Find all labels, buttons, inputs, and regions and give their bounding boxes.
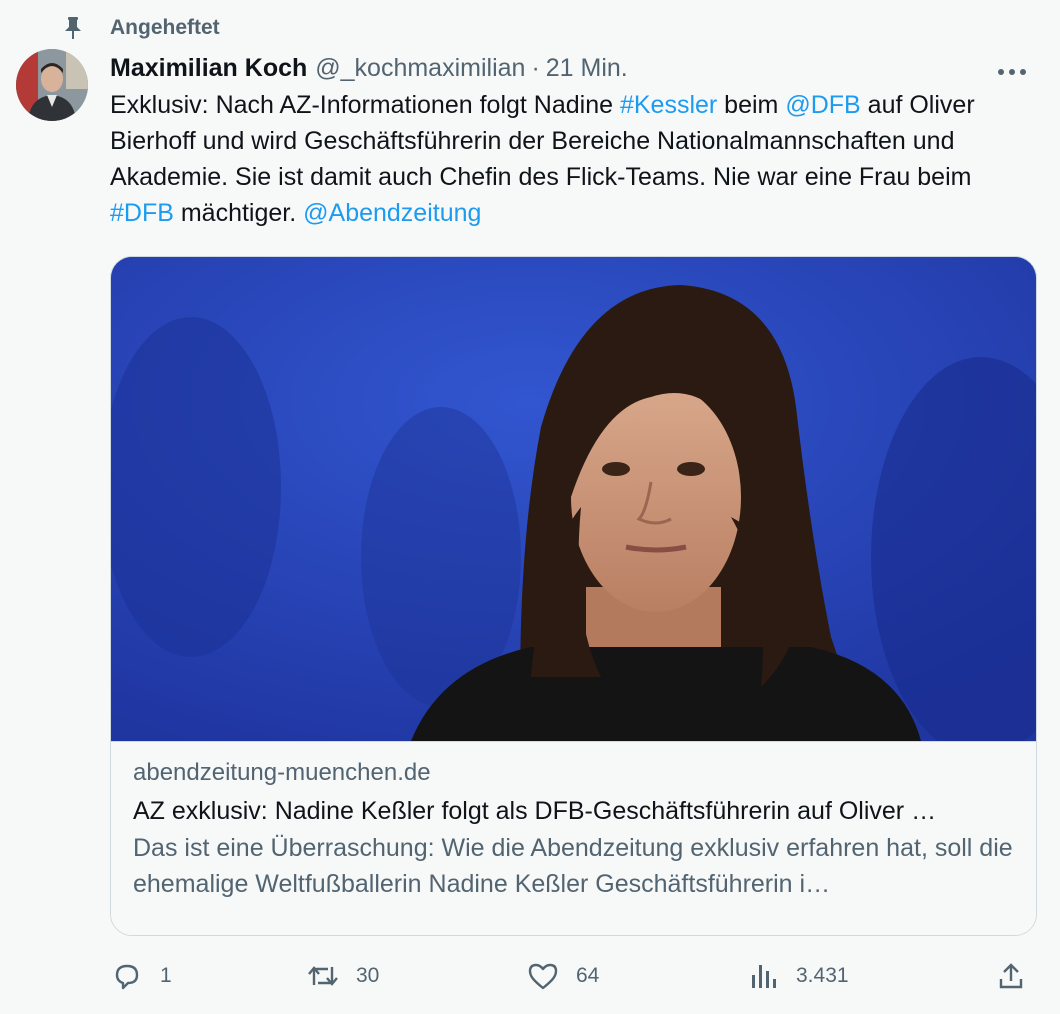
tweet-actions: 1 30 64 3.431 bbox=[110, 954, 1040, 998]
card-meta: abendzeitung-muenchen.de AZ exklusiv: Na… bbox=[111, 741, 1036, 935]
views-count: 3.431 bbox=[796, 964, 849, 987]
pinned-label: Angeheftet bbox=[110, 16, 220, 39]
author-handle[interactable]: @_kochmaximilian bbox=[315, 54, 525, 83]
share-icon bbox=[994, 959, 1028, 993]
timestamp[interactable]: 21 Min. bbox=[546, 54, 628, 83]
tweet-text-part: beim bbox=[717, 91, 786, 119]
reply-button[interactable]: 1 bbox=[110, 954, 172, 998]
separator-dot: · bbox=[531, 53, 540, 82]
reply-icon bbox=[110, 959, 144, 993]
more-dots-icon bbox=[997, 54, 1027, 83]
retweet-icon bbox=[306, 959, 340, 993]
views-chart-icon bbox=[746, 959, 780, 993]
author-name[interactable]: Maximilian Koch bbox=[110, 54, 307, 83]
retweet-count: 30 bbox=[356, 964, 380, 987]
retweet-button[interactable]: 30 bbox=[306, 954, 379, 998]
tweet-text: Exklusiv: Nach AZ-Informationen folgt Na… bbox=[110, 87, 1035, 231]
like-button[interactable]: 64 bbox=[526, 954, 599, 998]
like-count: 64 bbox=[576, 964, 600, 987]
heart-icon bbox=[526, 959, 560, 993]
pinned-indicator: Angeheftet bbox=[60, 14, 220, 42]
pin-icon bbox=[60, 15, 86, 41]
hashtag-dfb-link[interactable]: #DFB bbox=[110, 199, 174, 227]
link-preview-card[interactable]: abendzeitung-muenchen.de AZ exklusiv: Na… bbox=[110, 256, 1037, 936]
card-description: Das ist eine Überraschung: Wie die Abend… bbox=[133, 834, 1013, 898]
avatar[interactable] bbox=[16, 49, 88, 121]
hashtag-kessler-link[interactable]: #Kessler bbox=[620, 91, 717, 119]
tweet[interactable]: Angeheftet Maximilian Koch @_kochmaximil… bbox=[0, 0, 1060, 1014]
more-options-button[interactable] bbox=[992, 50, 1032, 86]
mention-dfb-link[interactable]: @DFB bbox=[785, 91, 860, 119]
tweet-text-part: Exklusiv: Nach AZ-Informationen folgt Na… bbox=[110, 91, 620, 119]
mention-abendzeitung-link[interactable]: @Abendzeitung bbox=[303, 199, 481, 227]
card-domain: abendzeitung-muenchen.de bbox=[133, 759, 431, 786]
reply-count: 1 bbox=[160, 964, 172, 987]
tweet-text-part: mächtiger. bbox=[173, 199, 304, 227]
share-button[interactable] bbox=[994, 954, 1044, 998]
views-button[interactable]: 3.431 bbox=[746, 954, 849, 998]
card-title: AZ exklusiv: Nadine Keßler folgt als DFB… bbox=[133, 797, 937, 825]
tweet-header: Maximilian Koch @_kochmaximilian · 21 Mi… bbox=[110, 50, 1040, 86]
card-image[interactable] bbox=[111, 257, 1036, 741]
